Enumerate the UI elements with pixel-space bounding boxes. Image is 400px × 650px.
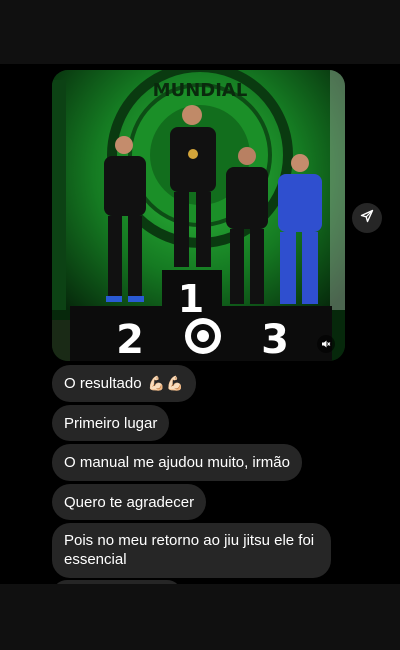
message-bubble[interactable]: Pois no meu retorno ao jiu jitsu ele foi…: [52, 523, 331, 578]
podium-photo: MUNDIAL 2 1 3: [52, 70, 345, 361]
message-bubble[interactable]: Primeiro lugar: [52, 405, 170, 441]
top-bar: [0, 0, 400, 64]
share-button[interactable]: [352, 203, 382, 233]
bottom-bar: [0, 584, 400, 650]
podium-number-1: 1: [178, 277, 204, 321]
podium-number-3: 3: [261, 317, 289, 361]
message-bubble[interactable]: Quero te agradecer: [52, 484, 207, 520]
share-icon: [360, 209, 374, 228]
message-bubble[interactable]: O resultado 💪🏻💪🏻: [52, 365, 197, 402]
podium-number-2: 2: [116, 317, 144, 361]
flexed-biceps-emoji: 💪🏻💪🏻: [147, 375, 185, 391]
message-thread[interactable]: MUNDIAL 2 1 3 O resultado 💪🏻💪🏻 Primeiro …: [0, 64, 400, 584]
banner-text: MUNDIAL: [153, 80, 248, 101]
message-bubble[interactable]: O manual me ajudou muito, irmão: [52, 444, 302, 481]
message-text: O resultado: [64, 375, 142, 392]
photo-message[interactable]: MUNDIAL 2 1 3: [52, 70, 345, 361]
message-text: Quero te agradecer: [64, 493, 195, 511]
message-text: O manual me ajudou muito, irmão: [64, 454, 290, 471]
message-text: Pois no meu retorno ao jiu jitsu ele foi…: [64, 532, 315, 568]
message-text: Primeiro lugar: [64, 414, 158, 432]
speaker-muted-icon[interactable]: [317, 335, 335, 353]
